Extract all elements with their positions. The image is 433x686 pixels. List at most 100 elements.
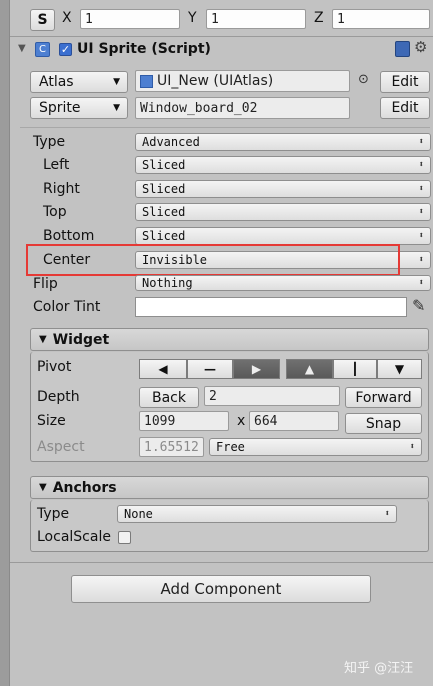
pivot-top-button[interactable]: ▲ bbox=[286, 359, 333, 379]
eyedropper-icon[interactable]: ✎ bbox=[412, 296, 425, 315]
dropdown-arrow-icon: ⬍ bbox=[418, 160, 424, 170]
inspector-divider bbox=[10, 562, 433, 563]
flip-label: Flip bbox=[33, 276, 58, 292]
atlas-object-field[interactable]: UI_New (UIAtlas) bbox=[135, 70, 350, 92]
widget-title: Widget bbox=[52, 331, 110, 348]
sprite-picker-button[interactable]: Sprite ▼ bbox=[30, 97, 128, 119]
scale-y-label: Y bbox=[188, 10, 197, 26]
depth-back-button[interactable]: Back bbox=[139, 387, 199, 408]
foldout-arrow-icon: ▼ bbox=[39, 482, 47, 493]
scale-s-button[interactable]: S bbox=[30, 9, 55, 31]
aspect-label: Aspect bbox=[37, 439, 85, 455]
atlas-edit-button[interactable]: Edit bbox=[380, 71, 430, 93]
component-divider bbox=[10, 36, 433, 37]
pivot-bottom-button[interactable]: ▼ bbox=[377, 359, 422, 379]
center-highlight-box bbox=[26, 244, 400, 276]
sprite-edit-button[interactable]: Edit bbox=[380, 97, 430, 119]
anchor-type-dropdown[interactable]: None ⬍ bbox=[117, 505, 397, 523]
top-dropdown[interactable]: Sliced ⬍ bbox=[135, 203, 431, 221]
dropdown-arrow-icon: ⬍ bbox=[409, 442, 415, 452]
bar-icon: ┃ bbox=[351, 362, 359, 376]
flip-value: Nothing bbox=[142, 276, 193, 290]
bottom-dropdown[interactable]: Sliced ⬍ bbox=[135, 227, 431, 245]
atlas-label: Atlas bbox=[39, 74, 74, 90]
anchors-title: Anchors bbox=[52, 479, 117, 496]
bottom-label: Bottom bbox=[43, 228, 95, 244]
left-value: Sliced bbox=[142, 158, 186, 172]
dropdown-arrow-icon: ▼ bbox=[113, 103, 120, 113]
snap-button[interactable]: Snap bbox=[345, 413, 422, 434]
anchor-type-label: Type bbox=[37, 506, 70, 522]
script-icon: C bbox=[35, 42, 50, 57]
dropdown-arrow-icon: ⬍ bbox=[418, 184, 424, 194]
section-divider bbox=[20, 127, 430, 128]
component-title: UI Sprite (Script) bbox=[77, 41, 211, 57]
left-label: Left bbox=[43, 157, 70, 173]
type-value: Advanced bbox=[142, 135, 200, 149]
dropdown-arrow-icon: ⬍ bbox=[384, 509, 390, 519]
pivot-center-v-button[interactable]: ┃ bbox=[333, 359, 377, 379]
left-dropdown[interactable]: Sliced ⬍ bbox=[135, 156, 431, 174]
size-height-input[interactable]: 664 bbox=[249, 411, 339, 431]
pivot-label: Pivot bbox=[37, 359, 72, 375]
aspect-mode-dropdown[interactable]: Free ⬍ bbox=[209, 438, 422, 456]
foldout-arrow-icon[interactable]: ▼ bbox=[18, 43, 26, 54]
type-dropdown[interactable]: Advanced ⬍ bbox=[135, 133, 431, 151]
scale-z-input[interactable]: 1 bbox=[332, 9, 430, 29]
dropdown-arrow-icon: ⬍ bbox=[418, 278, 424, 288]
scale-x-label: X bbox=[62, 10, 72, 26]
arrow-left-icon: ◀ bbox=[158, 362, 168, 376]
dropdown-arrow-icon: ⬍ bbox=[418, 231, 424, 241]
pivot-center-h-button[interactable]: — bbox=[187, 359, 233, 379]
size-label: Size bbox=[37, 413, 66, 429]
depth-forward-button[interactable]: Forward bbox=[345, 387, 422, 408]
size-width-input[interactable]: 1099 bbox=[139, 411, 229, 431]
top-label: Top bbox=[43, 204, 67, 220]
right-dropdown[interactable]: Sliced ⬍ bbox=[135, 180, 431, 198]
arrow-up-icon: ▲ bbox=[304, 362, 315, 376]
color-tint-swatch[interactable] bbox=[135, 297, 407, 317]
help-book-icon[interactable] bbox=[395, 41, 410, 57]
pivot-left-button[interactable]: ◀ bbox=[139, 359, 187, 379]
inspector-left-strip bbox=[0, 0, 10, 686]
arrow-right-icon: ▶ bbox=[251, 362, 262, 376]
scale-z-label: Z bbox=[314, 10, 324, 26]
flip-dropdown[interactable]: Nothing ⬍ bbox=[135, 275, 431, 291]
top-value: Sliced bbox=[142, 205, 186, 219]
local-scale-label: LocalScale bbox=[37, 529, 111, 545]
dash-icon: — bbox=[204, 362, 216, 376]
atlas-picker-button[interactable]: Atlas ▼ bbox=[30, 71, 128, 93]
type-label: Type bbox=[33, 134, 66, 150]
component-enabled-checkbox[interactable]: ✓ bbox=[59, 43, 72, 56]
right-value: Sliced bbox=[142, 182, 186, 196]
sprite-label: Sprite bbox=[39, 100, 81, 116]
depth-input[interactable]: 2 bbox=[204, 386, 340, 406]
dropdown-arrow-icon: ▼ bbox=[113, 77, 120, 87]
scale-x-input[interactable]: 1 bbox=[80, 9, 180, 29]
foldout-arrow-icon: ▼ bbox=[39, 334, 47, 345]
dropdown-arrow-icon: ⬍ bbox=[418, 207, 424, 217]
aspect-mode-value: Free bbox=[216, 440, 245, 454]
atlas-value: UI_New (UIAtlas) bbox=[157, 73, 274, 89]
depth-label: Depth bbox=[37, 389, 80, 405]
object-picker-icon[interactable]: ⊙ bbox=[358, 72, 369, 87]
local-scale-checkbox[interactable] bbox=[118, 531, 131, 544]
dropdown-arrow-icon: ⬍ bbox=[418, 255, 424, 265]
dropdown-arrow-icon: ⬍ bbox=[418, 137, 424, 147]
bottom-value: Sliced bbox=[142, 229, 186, 243]
size-x-separator: x bbox=[237, 413, 246, 429]
color-tint-label: Color Tint bbox=[33, 299, 101, 315]
right-label: Right bbox=[43, 181, 80, 197]
pivot-right-button[interactable]: ▶ bbox=[233, 359, 280, 379]
anchors-header[interactable]: ▼ Anchors bbox=[30, 476, 429, 499]
arrow-down-icon: ▼ bbox=[394, 362, 405, 376]
widget-header[interactable]: ▼ Widget bbox=[30, 328, 429, 351]
sprite-name-field[interactable]: Window_board_02 bbox=[135, 97, 350, 119]
anchor-type-value: None bbox=[124, 507, 153, 521]
scale-y-input[interactable]: 1 bbox=[206, 9, 306, 29]
watermark: 知乎 @汪汪 bbox=[344, 661, 414, 676]
atlas-asset-icon bbox=[140, 74, 153, 88]
gear-icon[interactable]: ⚙ bbox=[414, 38, 427, 56]
aspect-value-field: 1.65512 bbox=[139, 437, 204, 457]
add-component-button[interactable]: Add Component bbox=[71, 575, 371, 603]
